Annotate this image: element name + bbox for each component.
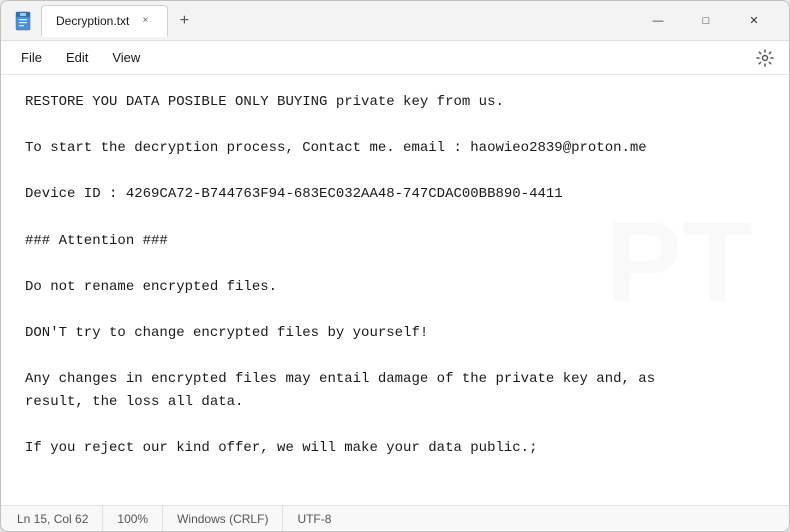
- cursor-position: Ln 15, Col 62: [17, 506, 103, 531]
- close-tab-button[interactable]: ×: [137, 13, 153, 29]
- notepad-window: Decryption.txt × + — □ ✕ File Edit View …: [0, 0, 790, 532]
- tab-label: Decryption.txt: [56, 14, 129, 28]
- zoom-level: 100%: [103, 506, 163, 531]
- text-content-area[interactable]: PT RESTORE YOU DATA POSIBLE ONLY BUYING …: [1, 75, 789, 505]
- menu-view[interactable]: View: [100, 46, 152, 69]
- notepad-icon: [13, 11, 33, 31]
- settings-button[interactable]: [749, 42, 781, 74]
- encoding: UTF-8: [283, 506, 345, 531]
- add-tab-button[interactable]: +: [170, 7, 198, 35]
- menu-bar: File Edit View: [1, 41, 789, 75]
- ransomware-text: RESTORE YOU DATA POSIBLE ONLY BUYING pri…: [25, 91, 765, 461]
- status-bar: Ln 15, Col 62 100% Windows (CRLF) UTF-8: [1, 505, 789, 531]
- gear-icon: [756, 49, 774, 67]
- title-bar: Decryption.txt × + — □ ✕: [1, 1, 789, 41]
- window-controls: — □ ✕: [635, 5, 777, 37]
- maximize-button[interactable]: □: [683, 5, 729, 37]
- menu-edit[interactable]: Edit: [54, 46, 100, 69]
- line-ending: Windows (CRLF): [163, 506, 283, 531]
- menu-file[interactable]: File: [9, 46, 54, 69]
- active-tab[interactable]: Decryption.txt ×: [41, 5, 168, 37]
- close-button[interactable]: ✕: [731, 5, 777, 37]
- tab-bar: Decryption.txt × +: [41, 5, 198, 37]
- minimize-button[interactable]: —: [635, 5, 681, 37]
